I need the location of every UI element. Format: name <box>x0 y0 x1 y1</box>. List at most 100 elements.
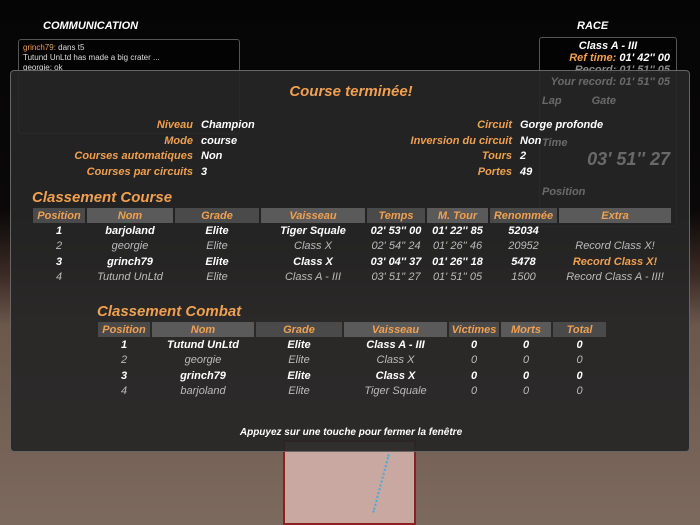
table-cell: Class X <box>293 255 333 268</box>
table-cell: 2 <box>55 240 63 253</box>
ref-time-label: Ref time: <box>569 52 617 64</box>
info-value: Non <box>201 150 223 162</box>
table-cell: 01' 51'' 05 <box>432 271 483 284</box>
column-header: Grade <box>175 208 259 223</box>
table-cell: 01' 26'' 46 <box>432 240 483 253</box>
column-header: Vaisseau <box>344 322 447 337</box>
column-header: Temps <box>367 208 425 223</box>
table-row: 4 barjoland Elite Tiger Squale 0 0 0 <box>98 384 606 400</box>
table-cell: 1 <box>120 338 128 351</box>
race-title: RACE <box>577 20 609 32</box>
table-cell: 1500 <box>511 271 536 284</box>
minimap <box>283 440 416 525</box>
info-value: course <box>201 134 238 147</box>
table-cell: 0 <box>522 354 530 367</box>
table-cell: barjoland <box>180 385 226 398</box>
info-right: Circuit Gorge profonde Inversion du circu… <box>351 118 604 180</box>
race-class: Class A - III <box>578 40 638 52</box>
table-cell: Elite <box>287 369 311 382</box>
column-header: Nom <box>87 208 173 223</box>
column-header: Grade <box>256 322 342 337</box>
chat-line: grinch79: dans t5 <box>23 43 85 52</box>
table-cell: 20952 <box>508 240 539 253</box>
table-cell: Tutund UnLtd <box>167 338 239 351</box>
table-cell: Elite <box>205 255 229 268</box>
column-header: Position <box>98 322 150 337</box>
column-header: M. Tour <box>427 208 488 223</box>
table-cell: 01' 22'' 85 <box>432 224 483 237</box>
position-label: Position <box>542 186 586 198</box>
table-cell <box>559 223 671 239</box>
info-left: Niveau Champion Mode course Courses automa… <box>21 118 351 180</box>
ref-time: 01' 42'' 00 <box>619 52 670 64</box>
table-row: 1 barjoland Elite Tiger Squale 02' 53'' 00 01… <box>33 223 671 239</box>
column-header: Total <box>553 322 606 337</box>
close-hint: Appuyez sur une touche pour fermer la fe… <box>239 427 463 438</box>
table-cell: 3 <box>55 255 63 268</box>
table-cell: 02' 53'' 00 <box>370 224 422 237</box>
table-cell: 1 <box>55 224 63 237</box>
table-cell: 0 <box>522 385 530 398</box>
table-cell: Elite <box>287 338 311 351</box>
info-label: Tours <box>481 150 512 162</box>
table-cell: 0 <box>576 354 583 367</box>
course-ranking-title: Classement Course <box>32 189 173 206</box>
info-value: Gorge profonde <box>520 119 604 131</box>
table-cell: 0 <box>470 369 478 382</box>
table-cell: 0 <box>470 354 478 367</box>
table-cell: 5478 <box>511 255 536 268</box>
time-label: Time <box>542 137 568 149</box>
table-cell: Elite <box>205 224 229 237</box>
table-cell: Record Class X! <box>572 255 658 268</box>
column-header: Morts <box>501 322 551 337</box>
table-cell: Tiger Squale <box>364 385 427 398</box>
table-cell: Tutund UnLtd <box>97 271 163 284</box>
table-cell: Elite <box>288 354 310 367</box>
table-cell: 0 <box>470 338 478 351</box>
time-value: 03' 51'' 27 <box>587 149 670 169</box>
results-window: Course terminée! Niveau Champion Mode cour… <box>10 70 690 452</box>
column-header: Nom <box>152 322 254 337</box>
table-cell: 0 <box>522 338 530 351</box>
table-cell: 52034 <box>508 224 539 237</box>
table-cell: 02' 54'' 24 <box>371 240 421 253</box>
minimap-track <box>372 454 394 514</box>
table-cell: 03' 04'' 37 <box>370 255 422 268</box>
table-row: 4 Tutund UnLtd Elite Class A - III 03' 51'' … <box>33 270 671 286</box>
table-cell: Record Class A - III! <box>566 271 664 284</box>
info-value: 49 <box>520 165 533 178</box>
communication-title: COMMUNICATION <box>43 20 139 32</box>
table-cell: Class X <box>294 240 332 253</box>
info-label: Mode <box>164 134 193 147</box>
table-cell: Class X <box>375 369 416 382</box>
table-cell: 4 <box>55 271 63 284</box>
table-cell: Elite <box>206 271 228 284</box>
info-value: Non <box>520 134 542 147</box>
table-cell: Elite <box>206 240 228 253</box>
table-cell: 2 <box>120 354 128 367</box>
info-label: Circuit <box>477 119 512 131</box>
table-cell: Elite <box>288 385 310 398</box>
table-cell: grinch79 <box>180 369 226 382</box>
table-cell: 0 <box>576 338 583 351</box>
course-ranking-table: Position Nom Grade Vaisseau Temps M. Tour Reno… <box>31 208 673 285</box>
gate-label: Gate <box>591 95 617 107</box>
column-header: Extra <box>559 208 671 223</box>
table-cell: 3 <box>120 369 128 382</box>
table-row: 3 grinch79 Elite Class X 03' 04'' 37 01' 26''… <box>33 254 671 270</box>
info-label: Inversion du circuit <box>410 134 512 147</box>
table-cell: 01' 26'' 18 <box>432 255 483 268</box>
table-cell: 03' 51'' 27 <box>371 271 421 284</box>
table-row: 3 grinch79 Elite Class X 0 0 0 <box>98 368 606 384</box>
column-header: Renommée <box>490 208 557 223</box>
table-cell: 4 <box>120 385 128 398</box>
column-header: Victimes <box>449 322 499 337</box>
table-cell: Class A - III <box>366 338 425 351</box>
table-row: 2 georgie Elite Class X 02' 54'' 24 01' 26'' … <box>33 239 671 255</box>
table-cell: grinch79 <box>107 255 153 268</box>
table-row: 2 georgie Elite Class X 0 0 0 <box>98 353 606 369</box>
table-cell: 0 <box>470 385 478 398</box>
table-cell: 0 <box>576 385 583 398</box>
column-header: Position <box>33 208 85 223</box>
info-label: Courses par circuits <box>86 165 193 178</box>
